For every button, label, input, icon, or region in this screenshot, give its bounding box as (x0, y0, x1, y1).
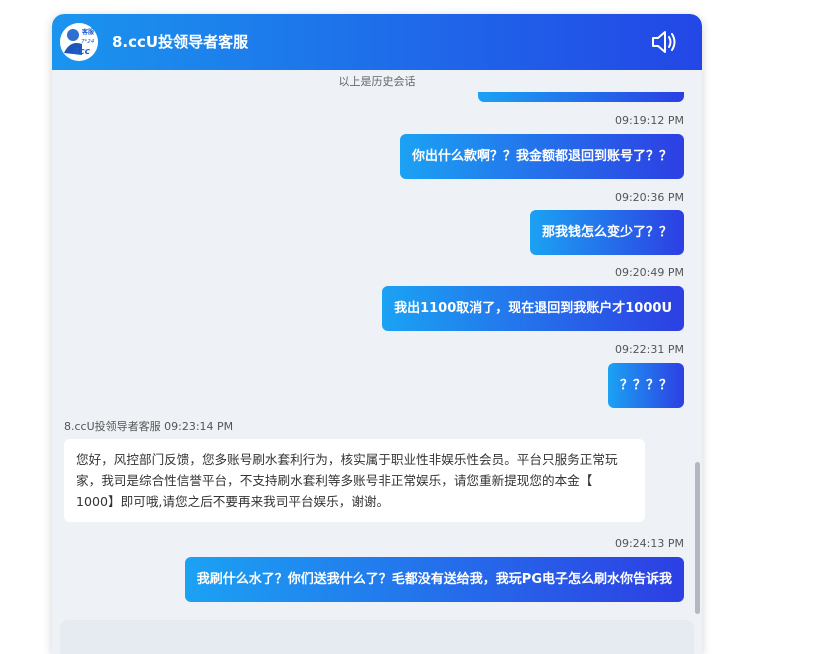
message-input-area[interactable] (60, 620, 694, 654)
sound-toggle-button[interactable] (650, 29, 678, 55)
avatar-text-bottom: 8cc (73, 47, 91, 57)
outgoing-message: 那我钱怎么变少了？？ (529, 210, 684, 255)
speaker-icon (652, 31, 676, 53)
message-list[interactable]: 以上是历史会话 09:19:12 PM 你出什么款啊？？我金额都退回到账号了？？… (52, 70, 702, 616)
scrollbar-thumb[interactable] (695, 462, 700, 614)
history-note: 以上是历史会话 (338, 75, 416, 88)
message-timestamp: 09:24:13 PM (614, 537, 684, 550)
message-timestamp: 09:19:12 PM (614, 114, 684, 127)
agent-sender-label: 8.ccU投领导者客服 09:23:14 PM (64, 420, 234, 433)
incoming-message: 您好，风控部门反馈，您多账号刷水套利行为，核实属于职业性非娱乐性会员。平台只服务… (64, 439, 645, 522)
avatar-text-top: 客服 (81, 28, 95, 36)
outgoing-message: 我出1100取消了，现在退回到我账户才1000U (382, 286, 684, 331)
chat-header: 客服 7*24 8cc 8.ccU投领导者客服 (52, 14, 702, 70)
chat-window: 客服 7*24 8cc 8.ccU投领导者客服 以上是历史会话 09:19:12… (52, 14, 702, 654)
avatar-logo: 客服 7*24 8cc (60, 23, 98, 61)
message-timestamp: 09:20:36 PM (614, 191, 684, 204)
message-timestamp: 09:20:49 PM (614, 266, 684, 279)
outgoing-message: 我刷什么水了？你们送我什么了？毛都没有送给我，我玩PG电子怎么刷水你告诉我 (184, 557, 684, 602)
outgoing-message: 你出什么款啊？？我金额都退回到账号了？？ (399, 134, 684, 179)
previous-message-bubble (478, 92, 684, 102)
avatar-text-mid: 7*24 (81, 39, 95, 45)
avatar: 客服 7*24 8cc (60, 23, 98, 61)
message-timestamp: 09:22:31 PM (614, 343, 684, 356)
outgoing-message: ？？？？ (607, 363, 684, 408)
header-title: 8.ccU投领导者客服 (112, 33, 249, 51)
